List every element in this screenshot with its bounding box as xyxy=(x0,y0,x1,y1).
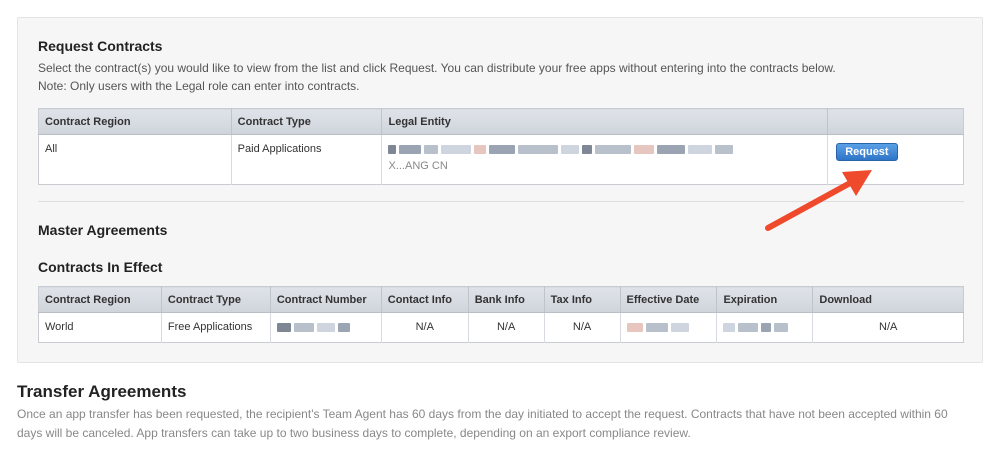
cell-effective-date xyxy=(620,312,718,343)
table-header-row: Contract Region Contract Type Legal Enti… xyxy=(38,108,964,135)
cell-contract-number xyxy=(270,312,382,343)
column-header-contract-number: Contract Number xyxy=(270,286,382,313)
legal-entity-line2: X...ANG CN xyxy=(388,160,448,172)
column-header-contract-region: Contract Region xyxy=(38,286,162,313)
column-header-contract-type: Contract Type xyxy=(161,286,271,313)
request-contracts-note: Note: Only users with the Legal role can… xyxy=(38,79,360,93)
column-header-contract-region: Contract Region xyxy=(38,108,232,135)
column-header-tax-info: Tax Info xyxy=(544,286,621,313)
cell-contract-region: All xyxy=(38,134,232,185)
cell-bank-info: N/A xyxy=(468,312,545,343)
cell-download: N/A xyxy=(879,321,898,333)
cell-contract-type: Paid Applications xyxy=(231,134,383,185)
cell-contact-info: N/A xyxy=(381,312,469,343)
column-header-bank-info: Bank Info xyxy=(468,286,545,313)
request-contracts-description: Select the contract(s) you would like to… xyxy=(38,61,836,75)
column-header-expiration: Expiration xyxy=(716,286,814,313)
legal-entity-redacted xyxy=(388,143,821,155)
column-header-download: Download xyxy=(812,286,964,313)
cell-contract-type: Free Applications xyxy=(161,312,271,343)
cell-expiration xyxy=(716,312,814,343)
column-header-legal-entity: Legal Entity xyxy=(381,108,829,135)
request-button[interactable]: Request xyxy=(836,143,898,161)
table-header-row: Contract Region Contract Type Contract N… xyxy=(38,286,964,313)
table-row: World Free Applications N/A N/A N/A N/A xyxy=(38,312,964,343)
red-arrow-icon xyxy=(765,170,872,231)
contracts-in-effect-title: Contracts In Effect xyxy=(38,259,163,275)
transfer-agreements-title: Transfer Agreements xyxy=(17,382,187,401)
column-header-contract-type: Contract Type xyxy=(231,108,383,135)
contracts-in-effect-table: Contract Region Contract Type Contract N… xyxy=(38,286,964,343)
column-header-contact-info: Contact Info xyxy=(381,286,469,313)
column-header-action xyxy=(827,108,964,135)
transfer-agreements-description: Once an app transfer has been requested,… xyxy=(17,407,948,440)
master-agreements-title: Master Agreements xyxy=(38,222,168,238)
cell-contract-region: World xyxy=(38,312,162,343)
column-header-effective-date: Effective Date xyxy=(620,286,718,313)
request-contracts-title: Request Contracts xyxy=(38,38,163,54)
cell-tax-info: N/A xyxy=(544,312,621,343)
